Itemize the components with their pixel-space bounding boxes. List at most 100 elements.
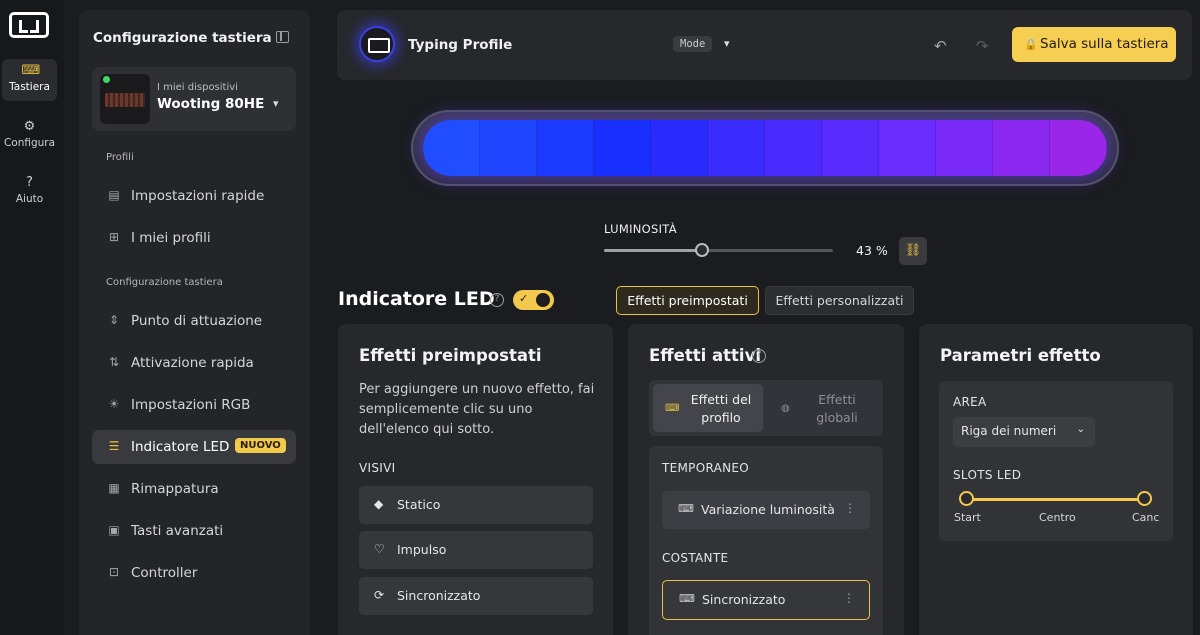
led-segment [480,120,537,176]
sidebar-item-actuation-point[interactable]: ⇕ Punto di attuazione [92,304,296,338]
sidebar-item-led-indicator[interactable]: ☰ Indicatore LED NUOVO [92,430,296,464]
app-rail: ⌨ Tastiera ⚙ Configura ? Aiuto [0,0,64,635]
mode-tag[interactable]: Mode [673,36,713,52]
brightness-slider[interactable] [604,243,833,257]
remap-icon: ▦ [108,481,120,495]
led-indicator-toggle[interactable]: ✓ [513,290,554,310]
active-effect-label: Variazione luminosità [701,502,835,517]
sidebar-item-label: I miei profili [131,230,211,246]
area-select-value: Riga dei numeri [961,424,1057,438]
rgb-sun-icon: ☀ [108,397,120,411]
card-title: Effetti attivi [649,346,761,365]
led-slots-start-handle[interactable] [959,491,974,506]
led-segment [594,120,651,176]
active-effects-card: Effetti attivi ? ⌨ Effetti del profilo ◍… [628,324,904,635]
chevron-down-icon: ▾ [273,97,279,110]
chevron-down-icon[interactable]: ▾ [724,37,730,50]
gear-icon: ⚙ [23,119,36,134]
active-effect-brightness-variation[interactable]: ⌨ Variazione luminosità ⋮ [662,491,870,529]
card-title: Parametri effetto [940,346,1101,365]
actuation-icon: ⇕ [108,313,120,327]
sidebar-item-label: Tasti avanzati [131,523,224,539]
profile-name[interactable]: Typing Profile [408,37,512,53]
undo-icon[interactable]: ↶ [934,37,947,55]
led-slots-label: SLOTS LED [953,468,1022,482]
range-label-start: Start [954,511,981,524]
keyboard-icon: ⌨ [678,502,694,515]
led-indicator-icon: ☰ [108,439,120,453]
led-segment [423,120,480,176]
active-effects-tabs: ⌨ Effetti del profilo ◍ Effetti globali [649,380,883,436]
brightness-slider-fill [604,249,703,252]
save-button-label: Salva sulla tastiera [1040,36,1169,52]
area-select[interactable]: Riga dei numeri ⌄ [953,417,1095,447]
effect-parameters-card: Parametri effetto AREA Riga dei numeri ⌄… [919,324,1193,635]
led-segment [651,120,708,176]
profile-avatar[interactable] [359,26,395,62]
sidebar-item-advanced-keys[interactable]: ▣ Tasti avanzati [92,514,296,548]
tab-custom-effects[interactable]: Effetti personalizzati [765,286,914,315]
help-icon[interactable]: ? [752,349,766,363]
led-segment [708,120,765,176]
save-to-keyboard-button[interactable]: 🔒 Salva sulla tastiera [1012,27,1176,62]
profile-topbar: Typing Profile Mode ▾ ↶ ↷ 🔒 Salva sulla … [337,10,1192,80]
wooting-logo [9,12,49,38]
range-label-end: Canc [1132,511,1160,524]
led-slots-range-track[interactable] [967,498,1145,501]
rail-item-help[interactable]: ? Aiuto [2,171,57,213]
more-options-icon[interactable]: ⋮ [843,591,855,605]
sidebar-item-remap[interactable]: ▦ Rimappatura [92,472,296,506]
device-name: Wooting 80HE [157,96,265,112]
section-label-profiles: Profili [106,152,134,163]
effect-label: Sincronizzato [397,588,481,603]
led-segment [822,120,879,176]
check-icon: ✓ [519,292,529,305]
redo-icon[interactable]: ↷ [976,37,989,55]
tab-profile-effects[interactable]: ⌨ Effetti del profilo [653,384,763,432]
rail-item-label: Tastiera [9,81,50,93]
collapse-sidebar-icon[interactable] [276,31,289,43]
led-segment [993,120,1050,176]
led-segment [936,120,993,176]
link-icon: ⛓ [904,243,922,258]
effect-label: Statico [397,497,441,512]
link-brightness-button[interactable]: ⛓ [899,237,927,265]
constant-label: COSTANTE [662,551,729,565]
help-icon[interactable]: ? [490,293,504,307]
visual-section-label: VISIVI [359,461,396,475]
active-effect-synchronized[interactable]: ⌨ Sincronizzato ⋮ [662,580,870,620]
chevron-down-icon: ⌄ [1076,424,1085,435]
tab-preset-effects[interactable]: Effetti preimpostati [616,286,759,315]
keyboard-icon: ⌨ [679,592,695,605]
rail-item-configure[interactable]: ⚙ Configura [2,115,57,157]
sidebar: Configurazione tastiera I miei dispositi… [79,10,310,635]
sidebar-item-label: Punto di attuazione [131,313,263,329]
led-segment [537,120,594,176]
gamepad-icon: ⊡ [108,565,120,579]
effect-static[interactable]: ◆ Statico [359,486,593,524]
sidebar-item-label: Impostazioni rapide [131,188,265,204]
sidebar-item-my-profiles[interactable]: ⊞ I miei profili [92,221,296,255]
led-segment [1050,120,1107,176]
keyboard-icon: ⌨ [21,63,41,78]
active-effect-label: Sincronizzato [702,592,786,607]
effect-label: Impulso [397,542,447,557]
rail-item-keyboard[interactable]: ⌨ Tastiera [2,59,57,101]
sidebar-item-rgb-settings[interactable]: ☀ Impostazioni RGB [92,388,296,422]
sidebar-item-label: Indicatore LED [131,439,230,455]
lock-icon: 🔒 [1024,38,1038,51]
brightness-slider-knob[interactable] [695,243,710,257]
sidebar-item-label: Rimappatura [131,481,219,497]
sidebar-item-controller[interactable]: ⊡ Controller [92,556,296,590]
effect-synchronized[interactable]: ⟳ Sincronizzato [359,577,593,615]
sidebar-item-rapid-trigger[interactable]: ⇅ Attivazione rapida [92,346,296,380]
led-slots-end-handle[interactable] [1137,491,1152,506]
new-badge: NUOVO [235,438,286,453]
tab-global-effects[interactable]: ◍ Effetti globali [769,384,879,432]
more-options-icon[interactable]: ⋮ [844,501,856,515]
card-description: Per aggiungere un nuovo effetto, fai sem… [359,382,595,437]
sidebar-item-quick-settings[interactable]: ▤ Impostazioni rapide [92,179,296,213]
device-selector[interactable]: I miei dispositivi Wooting 80HE ▾ [92,67,296,131]
effect-pulse[interactable]: ♡ Impulso [359,531,593,569]
area-label: AREA [953,395,987,409]
